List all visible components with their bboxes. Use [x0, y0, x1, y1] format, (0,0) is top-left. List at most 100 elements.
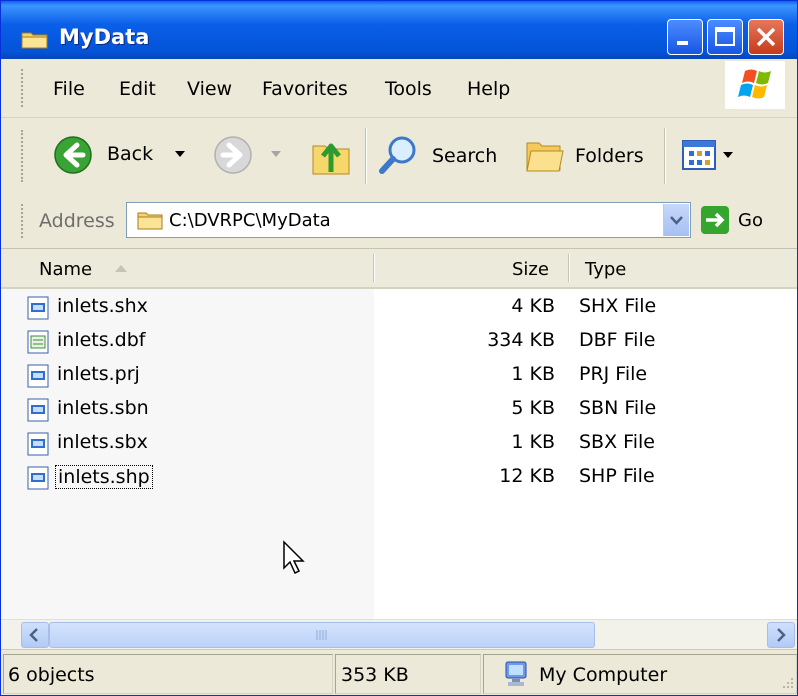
column-type-header[interactable]: Type: [585, 259, 626, 280]
go-button[interactable]: Go: [738, 210, 763, 231]
back-dropdown-icon[interactable]: [175, 151, 185, 159]
file-name-focused: inlets.shp: [55, 465, 153, 489]
file-size: 1 KB: [511, 363, 555, 385]
column-divider[interactable]: [568, 254, 570, 282]
file-row[interactable]: inlets.prj 1 KB PRJ File: [1, 359, 797, 393]
folder-icon: [137, 212, 163, 230]
file-name: inlets.dbf: [57, 329, 146, 351]
menu-help[interactable]: Help: [467, 78, 510, 100]
title-bar[interactable]: MyData: [1, 1, 797, 59]
toolbar-separator: [664, 128, 666, 184]
menu-favorites[interactable]: Favorites: [262, 78, 348, 100]
menubar-grip[interactable]: [21, 69, 26, 107]
file-size: 5 KB: [511, 397, 555, 419]
explorer-window: MyData File Edit View Favorites Tools He…: [0, 0, 798, 696]
file-size: 12 KB: [499, 465, 555, 487]
addressbar-grip[interactable]: [21, 204, 26, 238]
file-sbx-icon: [27, 432, 49, 456]
close-icon: [756, 27, 776, 47]
forward-dropdown-icon[interactable]: [271, 151, 281, 159]
maximize-button[interactable]: [707, 19, 743, 55]
file-type: DBF File: [579, 329, 656, 351]
file-name: inlets.shx: [57, 295, 148, 317]
toolbar-separator: [365, 128, 367, 184]
search-label: Search: [432, 145, 498, 167]
scroll-thumb[interactable]: [49, 622, 595, 648]
scroll-right-button[interactable]: [767, 622, 795, 648]
address-path: C:\DVRPC\MyData: [169, 210, 331, 231]
file-name: inlets.sbx: [57, 431, 148, 453]
address-label: Address: [39, 210, 115, 232]
mouse-cursor-icon: [283, 540, 305, 575]
menu-view[interactable]: View: [187, 78, 232, 100]
menu-file[interactable]: File: [53, 78, 85, 100]
file-dbf-icon: [27, 330, 49, 354]
menu-edit[interactable]: Edit: [119, 78, 156, 100]
search-icon: [379, 136, 416, 174]
status-total-size: 353 KB: [341, 664, 409, 686]
file-name: inlets.sbn: [57, 397, 149, 419]
file-row[interactable]: inlets.dbf 334 KB DBF File: [1, 325, 797, 359]
menu-tools[interactable]: Tools: [385, 78, 432, 100]
file-prj-icon: [27, 364, 49, 388]
resize-grip-icon[interactable]: [777, 676, 795, 694]
scroll-left-button[interactable]: [21, 622, 49, 648]
file-sbn-icon: [27, 398, 49, 422]
file-size: 1 KB: [511, 431, 555, 453]
maximize-icon: [715, 27, 735, 46]
chevron-right-icon: [777, 628, 786, 642]
file-type: SBX File: [579, 431, 655, 453]
status-bar: 6 objects 353 KB My Computer: [1, 649, 797, 695]
chevron-left-icon: [29, 628, 38, 642]
views-icon: [682, 140, 716, 170]
file-row[interactable]: inlets.shx 4 KB SHX File: [1, 291, 797, 325]
minimize-icon: [677, 41, 688, 45]
toolbar-grip[interactable]: [21, 130, 26, 182]
up-folder-icon[interactable]: [309, 132, 353, 178]
folders-icon: [526, 142, 564, 172]
window-title: MyData: [59, 25, 150, 49]
column-divider[interactable]: [373, 254, 375, 282]
file-size: 4 KB: [511, 295, 555, 317]
file-name: inlets.prj: [57, 363, 140, 385]
back-label: Back: [107, 143, 154, 165]
windows-logo: [725, 61, 785, 109]
file-type: PRJ File: [579, 363, 648, 385]
go-arrow-icon[interactable]: [701, 206, 729, 234]
address-dropdown[interactable]: [663, 204, 689, 236]
standard-toolbar: Back Search Folders: [1, 118, 797, 195]
search-button[interactable]: Search: [377, 133, 507, 177]
close-button[interactable]: [748, 19, 784, 55]
back-button[interactable]: Back: [53, 135, 193, 175]
column-header: Name Size Type: [1, 249, 797, 289]
chevron-down-icon: [670, 216, 683, 225]
folders-label: Folders: [575, 145, 644, 167]
back-arrow-icon: [54, 136, 92, 174]
status-object-count: 6 objects: [8, 664, 95, 686]
file-row[interactable]: inlets.shp 12 KB SHP File: [1, 461, 797, 495]
forward-arrow-icon: [214, 136, 252, 174]
folder-icon: [21, 32, 48, 49]
windows-flag-icon: [738, 69, 771, 99]
file-type: SHX File: [579, 295, 657, 317]
file-shp-icon: [27, 466, 49, 490]
horizontal-scrollbar[interactable]: [1, 619, 797, 650]
file-shx-icon: [27, 296, 49, 320]
sort-ascending-icon: [115, 265, 127, 272]
file-row[interactable]: inlets.sbx 1 KB SBX File: [1, 427, 797, 461]
minimize-button[interactable]: [667, 19, 703, 55]
forward-button[interactable]: [213, 135, 293, 175]
file-size: 334 KB: [487, 329, 555, 351]
views-dropdown-icon[interactable]: [723, 152, 733, 160]
column-name-header[interactable]: Name: [39, 259, 92, 280]
file-row[interactable]: inlets.sbn 5 KB SBN File: [1, 393, 797, 427]
menu-bar: File Edit View Favorites Tools Help: [1, 59, 797, 118]
file-list[interactable]: Name Size Type inlets.shx 4 KB SHX File …: [1, 248, 797, 620]
views-button[interactable]: [681, 138, 751, 174]
folders-button[interactable]: Folders: [523, 133, 653, 177]
file-type: SHP File: [579, 465, 655, 487]
column-size-header[interactable]: Size: [512, 259, 549, 280]
grip-icon: [316, 630, 327, 640]
file-type: SBN File: [579, 397, 657, 419]
address-field[interactable]: C:\DVRPC\MyData: [126, 202, 691, 238]
